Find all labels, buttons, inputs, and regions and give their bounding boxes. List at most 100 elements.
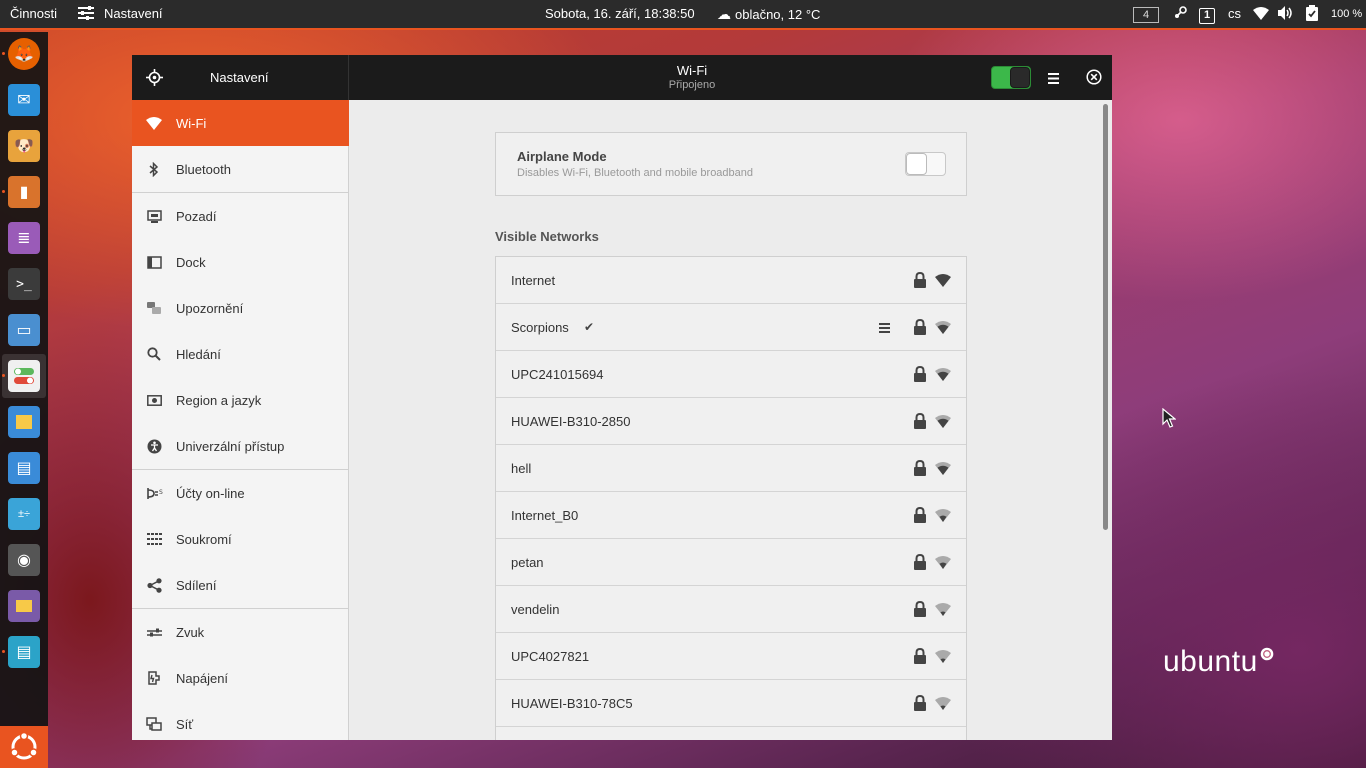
document-viewer-icon[interactable]: ▤	[8, 636, 40, 668]
disk-icon[interactable]: ▤	[8, 452, 40, 484]
calculator-icon[interactable]: ±÷	[8, 498, 40, 530]
battery-icon[interactable]	[1306, 0, 1318, 28]
background-icon	[132, 209, 176, 223]
wifi-signal-icon	[935, 415, 951, 431]
sidebar-item-sound[interactable]: Zvuk	[132, 609, 349, 655]
lock-icon	[913, 365, 927, 385]
sidebar-item-wifi[interactable]: Wi-Fi	[132, 100, 349, 146]
network-name: Scorpions	[511, 320, 569, 335]
network-name: vendelin	[511, 602, 560, 617]
network-name: HUAWEI-B310-2850	[511, 414, 631, 429]
sidebar-item-label: Hledání	[176, 346, 221, 362]
airplane-mode-row: Airplane Mode Disables Wi-Fi, Bluetooth …	[495, 132, 967, 196]
network-row[interactable]: Internet_B0	[496, 492, 966, 539]
network-name: UPC241015694	[511, 367, 604, 382]
network-name: UPC4027821	[511, 649, 590, 664]
settings-sidebar: Wi-Fi Bluetooth Pozadí Dock Upozornění H…	[132, 100, 349, 740]
sidebar-item-label: Dock	[176, 254, 206, 270]
wifi-toggle[interactable]	[991, 66, 1031, 89]
sidebar-item-background[interactable]: Pozadí	[132, 193, 349, 239]
show-applications-button[interactable]	[0, 726, 48, 768]
sidebar-item-notifications[interactable]: Upozornění	[132, 285, 349, 331]
sidebar-item-search[interactable]: Hledání	[132, 331, 349, 377]
network-row[interactable]: Internet	[496, 257, 966, 304]
wifi-status-icon[interactable]	[1253, 0, 1269, 28]
keyboard-layout[interactable]: cs	[1228, 0, 1241, 28]
ubuntu-wordmark-text: ubuntu	[1163, 645, 1258, 678]
sidebar-item-accessibility[interactable]: Univerzální přístup	[132, 423, 349, 469]
webcam-icon[interactable]: ◉	[8, 544, 40, 576]
sidebar-item-label: Sdílení	[176, 577, 217, 593]
crosshair-icon[interactable]	[146, 69, 163, 91]
network-row[interactable]: UPC241015694	[496, 351, 966, 398]
files-icon[interactable]	[8, 590, 40, 622]
battery-percent: 100 %	[1331, 8, 1363, 20]
text-editor-icon[interactable]: ≣	[8, 222, 40, 254]
power-icon	[132, 670, 176, 686]
wifi-signal-icon	[935, 368, 951, 384]
sidebar-item-label: Wi-Fi	[176, 115, 207, 131]
network-options-icon[interactable]	[879, 320, 890, 336]
sidebar-item-privacy[interactable]: Soukromí	[132, 516, 349, 562]
workspace-indicator[interactable]: 4	[1133, 0, 1159, 28]
network-row[interactable]: vendelin	[496, 586, 966, 633]
scrollbar[interactable]	[1103, 104, 1108, 530]
svg-text:S: S	[159, 489, 163, 496]
hamburger-menu-icon[interactable]	[1048, 71, 1059, 89]
app-menu[interactable]: Nastavení	[78, 0, 163, 28]
running-indicator	[2, 190, 5, 193]
running-indicator	[2, 52, 5, 55]
network-name: petan	[511, 555, 544, 570]
wifi-panel: Airplane Mode Disables Wi-Fi, Bluetooth …	[350, 100, 1112, 740]
notifications-indicator[interactable]: 1	[1199, 0, 1215, 28]
network-row[interactable]: HUAWEI-B310-2850	[496, 398, 966, 445]
settings-icon[interactable]	[8, 360, 40, 392]
terminal-icon[interactable]: >_	[8, 268, 40, 300]
running-indicator	[2, 374, 5, 377]
ubuntu-icon	[10, 731, 38, 760]
sidebar-item-dock[interactable]: Dock	[132, 239, 349, 285]
sound-icon	[132, 628, 176, 637]
weather-label: oblačno, 12 °C	[735, 7, 821, 22]
sidebar-item-region[interactable]: Region a jazyk	[132, 377, 349, 423]
volume-icon[interactable]	[1278, 0, 1295, 28]
network-row[interactable]: petan	[496, 539, 966, 586]
sidebar-item-network[interactable]: Síť	[132, 701, 349, 740]
wifi-signal-icon	[935, 462, 951, 478]
close-icon[interactable]	[1086, 69, 1102, 90]
steam-icon[interactable]	[1172, 0, 1188, 28]
mail-icon[interactable]: ✉	[8, 84, 40, 116]
notes-icon[interactable]	[8, 406, 40, 438]
network-row[interactable]: hell	[496, 445, 966, 492]
lock-icon	[913, 412, 927, 432]
lock-icon	[913, 694, 927, 714]
search-icon	[132, 347, 176, 361]
checkmark-icon: ✔	[584, 320, 595, 334]
app-menu-label: Nastavení	[104, 6, 163, 21]
wifi-signal-icon	[935, 697, 951, 713]
clock[interactable]: Sobota, 16. září, 18:38:50	[545, 0, 695, 28]
share-icon	[132, 577, 176, 593]
window-title: Wi-Fi	[676, 63, 708, 78]
sidebar-item-power[interactable]: Napájení	[132, 655, 349, 701]
notifications-icon	[132, 301, 176, 315]
wifi-signal-icon	[935, 321, 951, 337]
network-row-connected[interactable]: Scorpions ✔	[496, 304, 966, 351]
activities-button[interactable]: Činnosti	[10, 0, 57, 28]
toggle-knob	[1010, 67, 1030, 88]
cloud-icon: ☁	[717, 6, 731, 22]
notification-count: 1	[1199, 8, 1215, 24]
firefox-icon[interactable]: 🦊	[8, 38, 40, 70]
network-name: HUAWEI-B310-78C5	[511, 696, 633, 711]
network-row[interactable]: UPC4027821	[496, 633, 966, 680]
network-row[interactable]: HUAWEI-B310-78C5	[496, 680, 966, 727]
sidebar-item-label: Univerzální přístup	[176, 438, 285, 454]
airplane-mode-toggle[interactable]	[905, 152, 946, 176]
sidebar-item-online-accounts[interactable]: S Účty on-line	[132, 470, 349, 516]
sidebar-item-sharing[interactable]: Sdílení	[132, 562, 349, 608]
speaker-icon[interactable]: ▮	[8, 176, 40, 208]
gimp-icon[interactable]: 🐶	[8, 130, 40, 162]
remote-desktop-icon[interactable]: ▭	[8, 314, 40, 346]
weather-indicator[interactable]: ☁ oblačno, 12 °C	[717, 0, 820, 28]
sidebar-item-bluetooth[interactable]: Bluetooth	[132, 146, 349, 192]
